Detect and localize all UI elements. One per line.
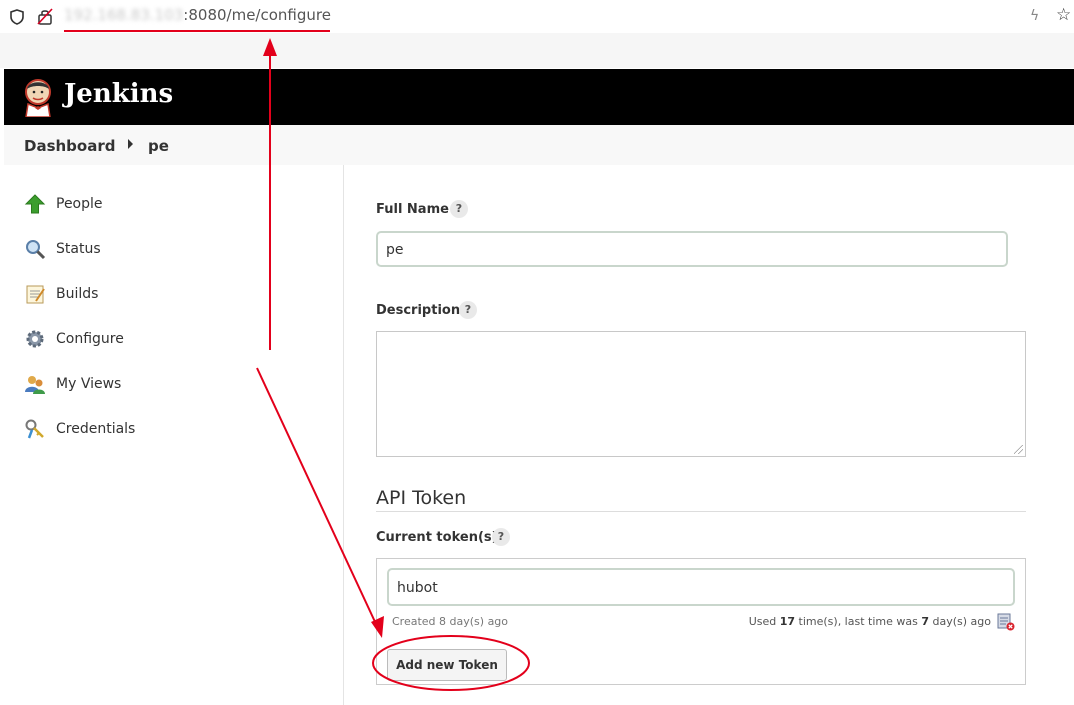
sidebar-item-my-views[interactable]: My Views bbox=[24, 372, 121, 396]
usage-suffix: day(s) ago bbox=[929, 615, 991, 628]
bookmark-star-icon[interactable]: ☆ bbox=[1056, 5, 1071, 25]
full-name-label: Full Name bbox=[376, 202, 449, 217]
magnifier-icon bbox=[24, 238, 46, 260]
notepad-icon bbox=[24, 283, 46, 305]
api-token-section-title: API Token bbox=[376, 487, 467, 509]
jenkins-brand[interactable]: Jenkins bbox=[64, 79, 173, 109]
add-new-token-button[interactable]: Add new Token bbox=[387, 649, 507, 681]
breadcrumb: Dashboard pe bbox=[4, 125, 1074, 165]
description-textarea[interactable] bbox=[376, 331, 1026, 457]
sidebar-item-configure[interactable]: Configure bbox=[24, 327, 124, 351]
revoke-token-icon[interactable] bbox=[997, 613, 1015, 631]
current-tokens-help-button[interactable]: ? bbox=[492, 528, 510, 546]
users-icon bbox=[24, 373, 46, 395]
sidebar: People Status Builds Configure My Views … bbox=[4, 165, 344, 705]
resize-grip-icon[interactable] bbox=[1014, 445, 1023, 454]
url-field[interactable]: 192.168.83.103:8080/me/configure bbox=[64, 6, 331, 24]
url-host-blurred: 192.168.83.103 bbox=[64, 6, 184, 24]
usage-count: 17 bbox=[779, 615, 796, 628]
usage-days: 7 bbox=[921, 615, 929, 628]
sidebar-item-label: Configure bbox=[56, 331, 124, 347]
browser-toolbar-strip bbox=[0, 33, 1074, 68]
shield-icon bbox=[10, 9, 24, 25]
token-created-text: Created 8 day(s) ago bbox=[392, 615, 509, 628]
url-path: :8080/me/configure bbox=[183, 6, 331, 24]
sidebar-item-credentials[interactable]: Credentials bbox=[24, 417, 135, 441]
up-arrow-icon bbox=[24, 193, 46, 215]
full-name-input[interactable]: pe bbox=[376, 231, 1008, 267]
description-label: Description bbox=[376, 303, 461, 318]
sidebar-item-people[interactable]: People bbox=[24, 192, 103, 216]
token-list: hubot Created 8 day(s) ago Used 17 time(… bbox=[376, 558, 1026, 685]
sidebar-item-label: People bbox=[56, 196, 103, 212]
breadcrumb-user[interactable]: pe bbox=[148, 137, 169, 155]
breadcrumb-dashboard[interactable]: Dashboard bbox=[24, 137, 115, 155]
usage-mid: time(s), last time was bbox=[795, 615, 922, 628]
current-tokens-label: Current token(s) bbox=[376, 530, 498, 545]
sidebar-item-label: Status bbox=[56, 241, 101, 257]
token-usage-text: Used 17 time(s), last time was 7 day(s) … bbox=[749, 615, 991, 628]
insecure-lock-icon[interactable] bbox=[37, 8, 53, 25]
jenkins-logo[interactable] bbox=[22, 77, 54, 117]
sidebar-item-label: Credentials bbox=[56, 421, 136, 437]
keys-icon bbox=[24, 418, 46, 440]
usage-prefix: Used bbox=[748, 615, 780, 628]
chevron-right-icon[interactable] bbox=[128, 139, 133, 149]
sidebar-item-status[interactable]: Status bbox=[24, 237, 101, 261]
sidebar-item-label: Builds bbox=[56, 286, 99, 302]
token-name-input[interactable]: hubot bbox=[387, 568, 1015, 606]
description-help-button[interactable]: ? bbox=[459, 301, 477, 319]
main-content: Full Name ? pe Description ? API Token C… bbox=[344, 165, 1074, 705]
jenkins-header: Jenkins bbox=[4, 69, 1074, 125]
sidebar-item-builds[interactable]: Builds bbox=[24, 282, 98, 306]
section-divider bbox=[376, 511, 1026, 512]
full-name-help-button[interactable]: ? bbox=[450, 200, 468, 218]
gear-icon bbox=[24, 328, 46, 350]
bolt-icon[interactable]: ϟ bbox=[1030, 8, 1039, 24]
browser-address-bar: 192.168.83.103:8080/me/configure ϟ ☆ bbox=[0, 0, 1074, 34]
sidebar-item-label: My Views bbox=[56, 376, 122, 392]
